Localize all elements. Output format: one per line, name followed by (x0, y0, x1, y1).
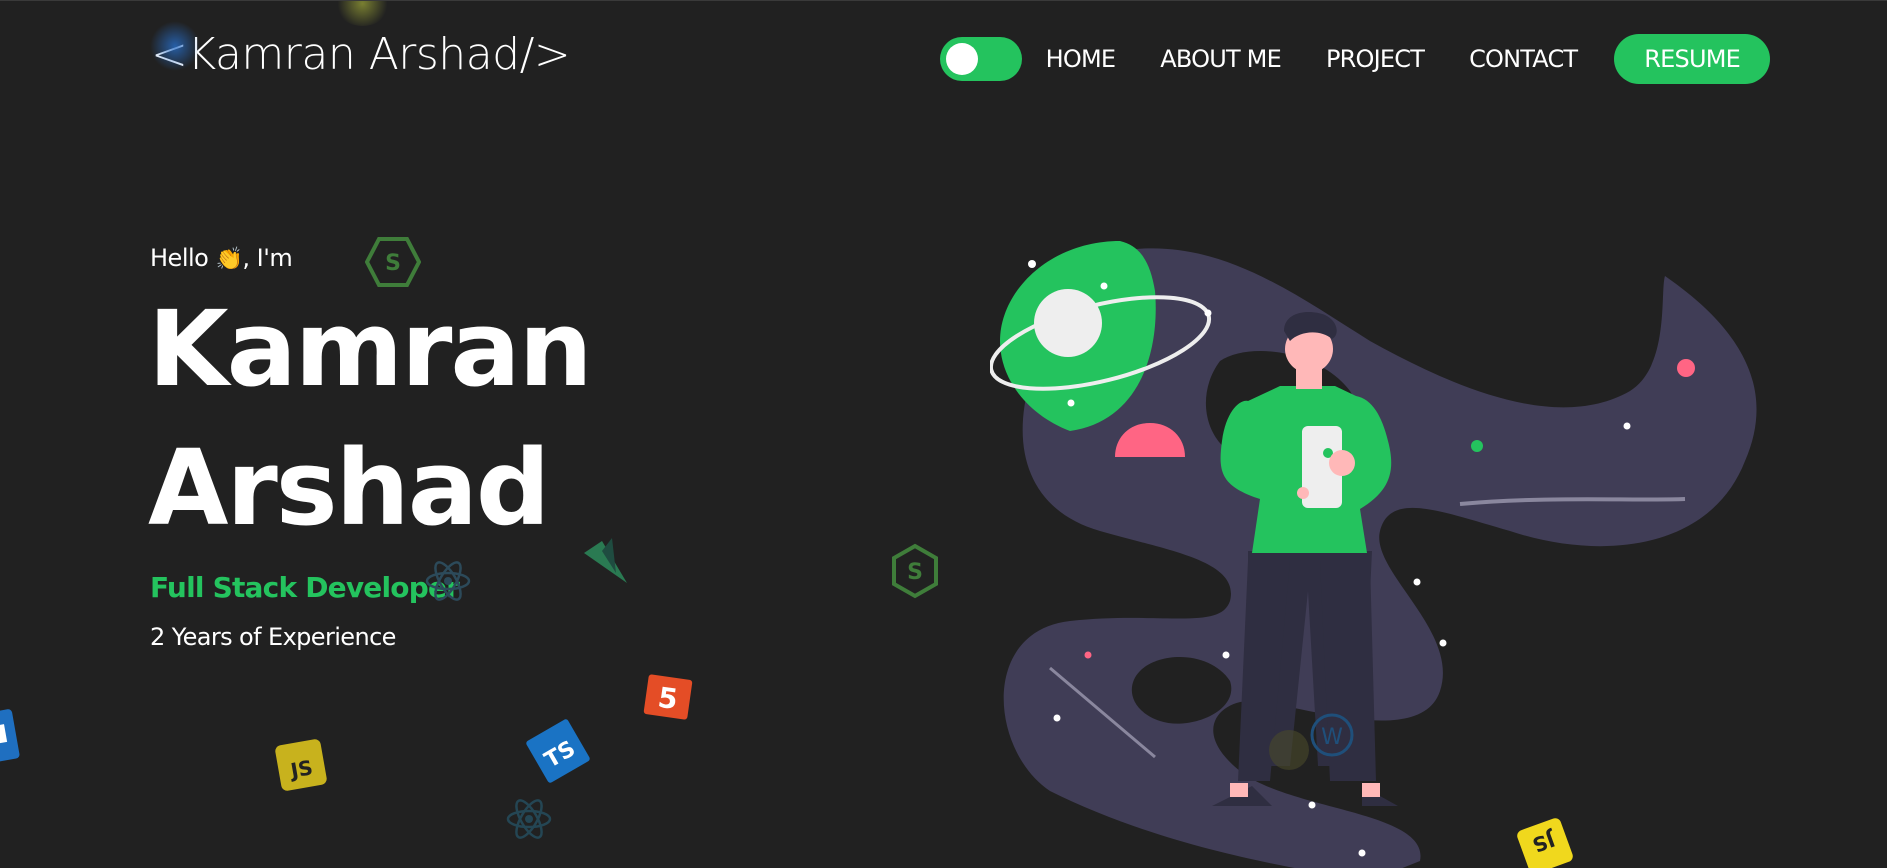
nav-project[interactable]: PROJECT (1326, 45, 1425, 73)
greeting-prefix: Hello (150, 244, 209, 272)
theme-toggle[interactable] (939, 37, 1022, 81)
greeting: Hello 👏, I'm (150, 244, 293, 272)
css3-icon (0, 709, 20, 765)
glow-decoration (150, 21, 200, 71)
nodejs-icon: S (365, 237, 421, 287)
react-icon (425, 561, 471, 601)
nav-contact[interactable]: CONTACT (1469, 45, 1578, 73)
resume-button[interactable]: RESUME (1614, 34, 1770, 84)
typescript-icon: TS (526, 719, 590, 783)
glow-decoration (335, 1, 390, 26)
toggle-knob (945, 43, 978, 75)
site-logo[interactable]: <Kamran Arshad/> (151, 29, 571, 80)
last-name-heading: Arshad (148, 427, 550, 549)
nav-home[interactable]: HOME (1046, 45, 1116, 73)
portfolio-page: <Kamran Arshad/> HOME ABOUT ME PROJECT C… (0, 0, 1887, 868)
greeting-suffix: , I'm (242, 244, 293, 272)
svg-text:W: W (1321, 725, 1343, 750)
javascript-icon: JS (275, 739, 327, 791)
nodejs-icon: S (892, 543, 938, 599)
experience-text: 2 Years of Experience (150, 623, 396, 651)
role-title: Full Stack Developer (150, 571, 460, 604)
nodejs-icon (1269, 730, 1309, 770)
svg-text:S: S (385, 251, 401, 276)
vue-icon (584, 538, 627, 583)
svg-text:S: S (907, 560, 923, 585)
html5-icon: 5 (643, 674, 693, 720)
developer-space-illustration: W (990, 241, 1757, 868)
first-name-heading: Kamran (148, 288, 593, 410)
react-icon (506, 799, 552, 839)
clapping-hands-icon: 👏 (215, 247, 243, 272)
nav-about-me[interactable]: ABOUT ME (1160, 45, 1281, 73)
main-nav: HOME ABOUT ME PROJECT CONTACT RESUME (939, 34, 1770, 84)
